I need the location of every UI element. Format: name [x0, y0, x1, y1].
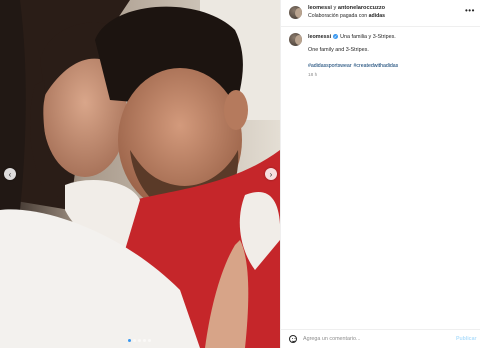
carousel-dot — [133, 339, 136, 342]
avatar[interactable] — [289, 33, 302, 46]
comment-bar: Publicar — [281, 329, 480, 349]
publish-button[interactable]: Publicar — [456, 336, 476, 342]
post-sidebar: leomessi y antonelaroccuzzo Colaboración… — [280, 0, 480, 348]
more-options-icon[interactable]: ••• — [465, 6, 475, 15]
paid-partnership-label: Colaboración pagada con adidas — [308, 13, 385, 19]
post-authors: leomessi y antonelaroccuzzo — [308, 5, 385, 11]
chevron-right-icon: › — [269, 169, 273, 179]
hashtag-link[interactable]: #createdwithadidas — [354, 63, 399, 69]
post-header: leomessi y antonelaroccuzzo Colaboración… — [281, 0, 480, 27]
author-link[interactable]: antonelaroccuzzo — [338, 5, 385, 11]
verified-badge-icon: ✓ — [333, 34, 339, 40]
caption-username[interactable]: leomessi — [308, 34, 331, 40]
carousel-dot — [143, 339, 146, 342]
caption-line: leomessi ✓ Una familia y 3-Stripes. — [308, 34, 396, 40]
chevron-left-icon: ‹ — [8, 169, 12, 179]
caption-hashtags: #adidassportswear #createdwithadidas — [308, 63, 400, 69]
instagram-post: ‹ › leomessi y antonelaroccuzzo Colabora… — [0, 0, 480, 348]
carousel-prev-button[interactable]: ‹ — [4, 168, 16, 180]
avatar[interactable] — [289, 6, 302, 19]
caption-text-1: Una familia y 3-Stripes. — [340, 34, 396, 40]
emoji-icon[interactable] — [289, 335, 297, 343]
carousel-next-button[interactable]: › — [265, 168, 277, 180]
photo-illustration — [0, 0, 280, 348]
post-timestamp[interactable]: 18 h — [308, 73, 317, 78]
collab-brand-link[interactable]: adidas — [369, 13, 385, 19]
post-photo[interactable]: ‹ › — [0, 0, 280, 348]
author-link[interactable]: leomessi — [308, 5, 332, 11]
carousel-dot — [128, 339, 131, 342]
carousel-indicator — [128, 339, 151, 342]
comment-input[interactable] — [303, 334, 443, 344]
carousel-dot — [148, 339, 151, 342]
caption-text-2: One family and 3-Stripes. — [308, 47, 369, 53]
carousel-dot — [138, 339, 141, 342]
hashtag-link[interactable]: #adidassportswear — [308, 63, 352, 69]
collab-prefix: Colaboración pagada con — [308, 13, 369, 19]
